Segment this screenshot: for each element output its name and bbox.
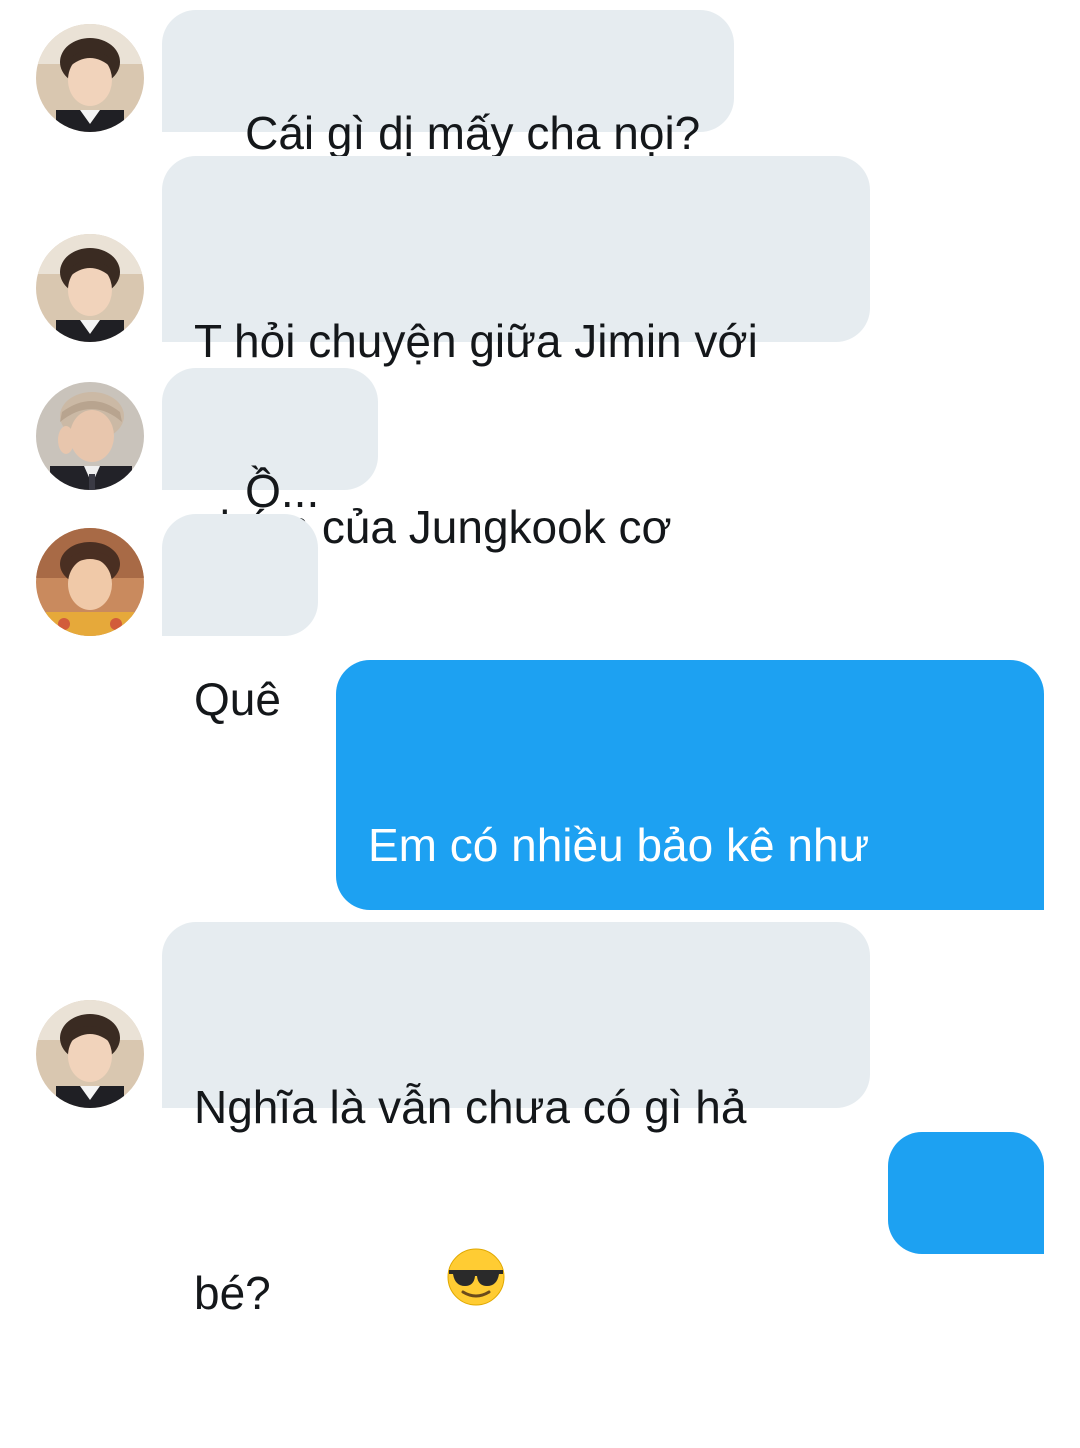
avatar-jin[interactable] <box>36 24 144 132</box>
message-text: Cái gì dị mấy cha nọi? <box>245 107 701 159</box>
avatar-jin[interactable] <box>36 1000 144 1108</box>
profile-photo-jin <box>36 24 144 132</box>
message-bubble-incoming[interactable]: Quê <box>162 514 318 725</box>
message-text-line: bé? <box>194 1267 271 1319</box>
message-bubble-outgoing[interactable]: Em có nhiều bảo kê như vậy thì ai dám là… <box>336 660 1044 1306</box>
message-text: Quê <box>194 673 281 725</box>
profile-photo-jin <box>36 234 144 342</box>
message-text-line: Nghĩa là vẫn chưa có gì hả <box>194 1081 747 1133</box>
message-bubble-incoming[interactable]: Nghĩa là vẫn chưa có gì hả bé? <box>162 922 870 1319</box>
message-bubble-incoming[interactable]: T hỏi chuyện giữa Jimin với nhóm của Jun… <box>162 156 870 553</box>
avatar-rm[interactable] <box>36 382 144 490</box>
profile-photo-jin <box>36 1000 144 1108</box>
message-text-line: Em có nhiều bảo kê như <box>368 819 870 871</box>
profile-photo-rm <box>36 382 144 490</box>
message-text: Ồ... <box>245 465 320 517</box>
message-bubble-incoming[interactable]: Cái gì dị mấy cha nọi? <box>162 10 734 159</box>
chat-thread: Cái gì dị mấy cha nọi? T hỏi chuyện giữa… <box>0 0 1080 1343</box>
message-bubble-outgoing[interactable]: Nae <box>888 1132 1044 1343</box>
message-text: Nae <box>920 1291 1005 1343</box>
profile-photo-v <box>36 528 144 636</box>
avatar-v[interactable] <box>36 528 144 636</box>
message-bubble-incoming[interactable]: Ồ... <box>162 368 378 568</box>
avatar-jin[interactable] <box>36 234 144 342</box>
message-text-line: T hỏi chuyện giữa Jimin với <box>194 315 758 367</box>
